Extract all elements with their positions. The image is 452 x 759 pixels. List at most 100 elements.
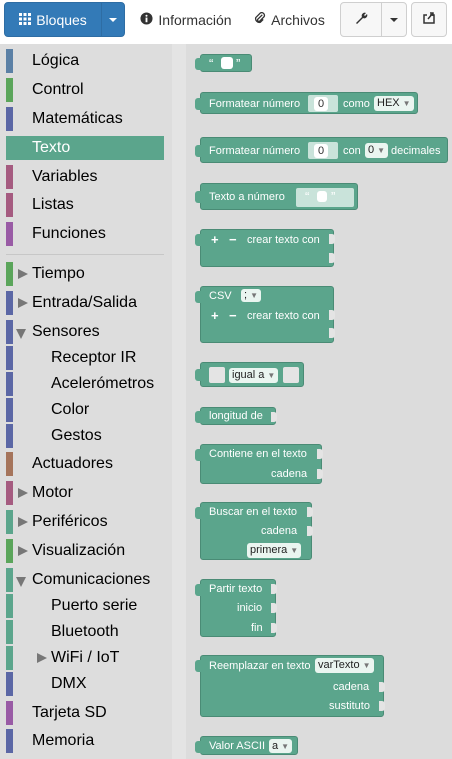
expand-arrow-icon bbox=[18, 517, 28, 527]
text-to-number-block[interactable]: Texto a número “ ” bbox=[195, 183, 358, 210]
number-input[interactable]: 0 bbox=[314, 144, 329, 158]
block-label: Formatear número bbox=[209, 145, 301, 157]
format-number-hex-block[interactable]: Formatear número 0 como HEX ▼ bbox=[195, 92, 418, 114]
dropdown-value: HEX bbox=[377, 97, 400, 109]
category-tarjeta-sd[interactable]: Tarjeta SD bbox=[6, 701, 164, 725]
category-gestos[interactable]: Gestos bbox=[6, 424, 164, 448]
share-icon bbox=[422, 11, 436, 28]
category-label: Lógica bbox=[32, 52, 80, 69]
block-connector bbox=[195, 411, 202, 423]
ascii-value-block[interactable]: Valor ASCII a ▼ bbox=[195, 736, 298, 755]
category-logica[interactable]: Lógica bbox=[6, 49, 164, 73]
csv-block[interactable]: CSV ; ▼ + − crear texto con bbox=[195, 286, 335, 343]
quote-close: ” bbox=[331, 189, 336, 204]
category-acelerometros[interactable]: Acelerómetros bbox=[6, 372, 164, 396]
dropdown-arrow-icon: ▼ bbox=[290, 546, 299, 555]
category-color-bar bbox=[6, 424, 13, 448]
informacion-label: Información bbox=[158, 11, 232, 28]
category-matematicas[interactable]: Matemáticas bbox=[6, 107, 164, 131]
category-wifi-iot[interactable]: WiFi / IoT bbox=[6, 646, 164, 670]
category-color-bar bbox=[6, 372, 13, 396]
category-puerto-serie[interactable]: Puerto serie bbox=[6, 594, 164, 618]
expand-arrow-icon bbox=[37, 653, 47, 663]
category-visualizacion[interactable]: Visualización bbox=[6, 539, 164, 563]
text-split-block[interactable]: Partir texto inicio fin bbox=[195, 579, 277, 637]
category-color-bar bbox=[6, 165, 13, 189]
category-color-bar bbox=[6, 49, 13, 73]
block-label: como bbox=[343, 98, 370, 110]
category-tiempo[interactable]: Tiempo bbox=[6, 262, 164, 286]
block-label: decimales bbox=[391, 145, 441, 157]
category-color-bar bbox=[6, 346, 13, 370]
category-variables[interactable]: Variables bbox=[6, 165, 164, 189]
category-control[interactable]: Control bbox=[6, 78, 164, 102]
category-panel: Lógica Control Matemáticas Texto Variabl… bbox=[0, 44, 172, 759]
input-notch bbox=[271, 412, 277, 422]
category-dmx[interactable]: DMX bbox=[6, 672, 164, 696]
category-color-bar bbox=[6, 729, 13, 753]
bloques-button[interactable]: Bloques bbox=[4, 2, 102, 37]
category-label: Variables bbox=[32, 168, 98, 185]
plus-icon[interactable]: + bbox=[211, 232, 219, 247]
category-label: Funciones bbox=[32, 225, 106, 242]
category-perifericos[interactable]: Periféricos bbox=[6, 510, 164, 534]
text-replace-block[interactable]: Reemplazar en texto varTexto ▼ cadena sus… bbox=[195, 655, 385, 717]
dropdown-value: a bbox=[272, 740, 279, 752]
category-color[interactable]: Color bbox=[6, 398, 164, 422]
category-actuadores[interactable]: Actuadores bbox=[6, 452, 164, 476]
category-label: Puerto serie bbox=[51, 597, 138, 614]
block-label: cadena bbox=[333, 681, 370, 693]
dropdown-value: varTexto bbox=[318, 659, 360, 671]
text-contains-block[interactable]: Contiene en el texto cadena bbox=[195, 444, 323, 484]
create-text-block[interactable]: + − crear texto con bbox=[195, 229, 335, 267]
category-color-bar bbox=[6, 222, 13, 246]
number-input[interactable]: 0 bbox=[314, 97, 329, 111]
input-notch bbox=[271, 603, 277, 613]
tab-informacion[interactable]: Información bbox=[130, 2, 242, 37]
category-label: Actuadores bbox=[32, 455, 113, 472]
wrench-icon bbox=[354, 11, 368, 28]
category-label: Control bbox=[32, 81, 84, 98]
tools-dropdown-button[interactable] bbox=[381, 2, 407, 37]
chevron-down-icon bbox=[109, 17, 117, 22]
text-compare-block[interactable]: igual a ▼ bbox=[195, 362, 304, 387]
bloques-dropdown-button[interactable] bbox=[101, 2, 125, 37]
share-button[interactable] bbox=[411, 2, 447, 37]
category-bluetooth[interactable]: Bluetooth bbox=[6, 620, 164, 644]
variable-dropdown[interactable]: varTexto ▼ bbox=[315, 658, 374, 673]
minus-icon[interactable]: − bbox=[229, 232, 237, 247]
block-connector bbox=[195, 449, 202, 461]
expand-arrow-icon bbox=[18, 546, 28, 556]
minus-icon[interactable]: − bbox=[229, 308, 237, 323]
separator-dropdown[interactable]: ; ▼ bbox=[241, 289, 261, 302]
category-label: Listas bbox=[32, 196, 74, 213]
operator-dropdown[interactable]: igual a ▼ bbox=[229, 368, 279, 383]
quote-open: “ bbox=[305, 189, 310, 204]
text-literal-block[interactable]: “ ” bbox=[195, 54, 252, 72]
occurrence-dropdown[interactable]: primera ▼ bbox=[247, 543, 302, 558]
category-label: Memoria bbox=[32, 732, 95, 749]
category-comunicaciones[interactable]: Comunicaciones bbox=[6, 568, 164, 592]
text-search-block[interactable]: Buscar en el texto cadena primera ▼ bbox=[195, 502, 313, 560]
text-input[interactable] bbox=[317, 191, 327, 202]
app-window: Bloques Información Archivos Lógica Cont… bbox=[0, 0, 452, 759]
category-entrada-salida[interactable]: Entrada/Salida bbox=[6, 291, 164, 315]
category-receptor-ir[interactable]: Receptor IR bbox=[6, 346, 164, 370]
format-number-decimals-block[interactable]: Formatear número 0 con 0 ▼ decimales bbox=[195, 137, 448, 163]
text-input[interactable] bbox=[221, 57, 233, 69]
block-connector bbox=[195, 369, 202, 381]
base-dropdown[interactable]: HEX ▼ bbox=[374, 96, 414, 111]
plus-icon[interactable]: + bbox=[211, 308, 219, 323]
char-dropdown[interactable]: a ▼ bbox=[269, 739, 293, 753]
category-listas[interactable]: Listas bbox=[6, 193, 164, 217]
category-memoria[interactable]: Memoria bbox=[6, 729, 164, 753]
category-motor[interactable]: Motor bbox=[6, 481, 164, 505]
tools-button[interactable] bbox=[340, 2, 382, 37]
category-texto[interactable]: Texto bbox=[6, 136, 164, 160]
decimals-dropdown[interactable]: 0 ▼ bbox=[365, 143, 389, 158]
tab-archivos[interactable]: Archivos bbox=[246, 2, 332, 37]
category-sensores[interactable]: Sensores bbox=[6, 320, 164, 344]
text-length-block[interactable]: longitud de bbox=[195, 407, 277, 425]
category-label: Periféricos bbox=[32, 513, 108, 530]
category-funciones[interactable]: Funciones bbox=[6, 222, 164, 246]
